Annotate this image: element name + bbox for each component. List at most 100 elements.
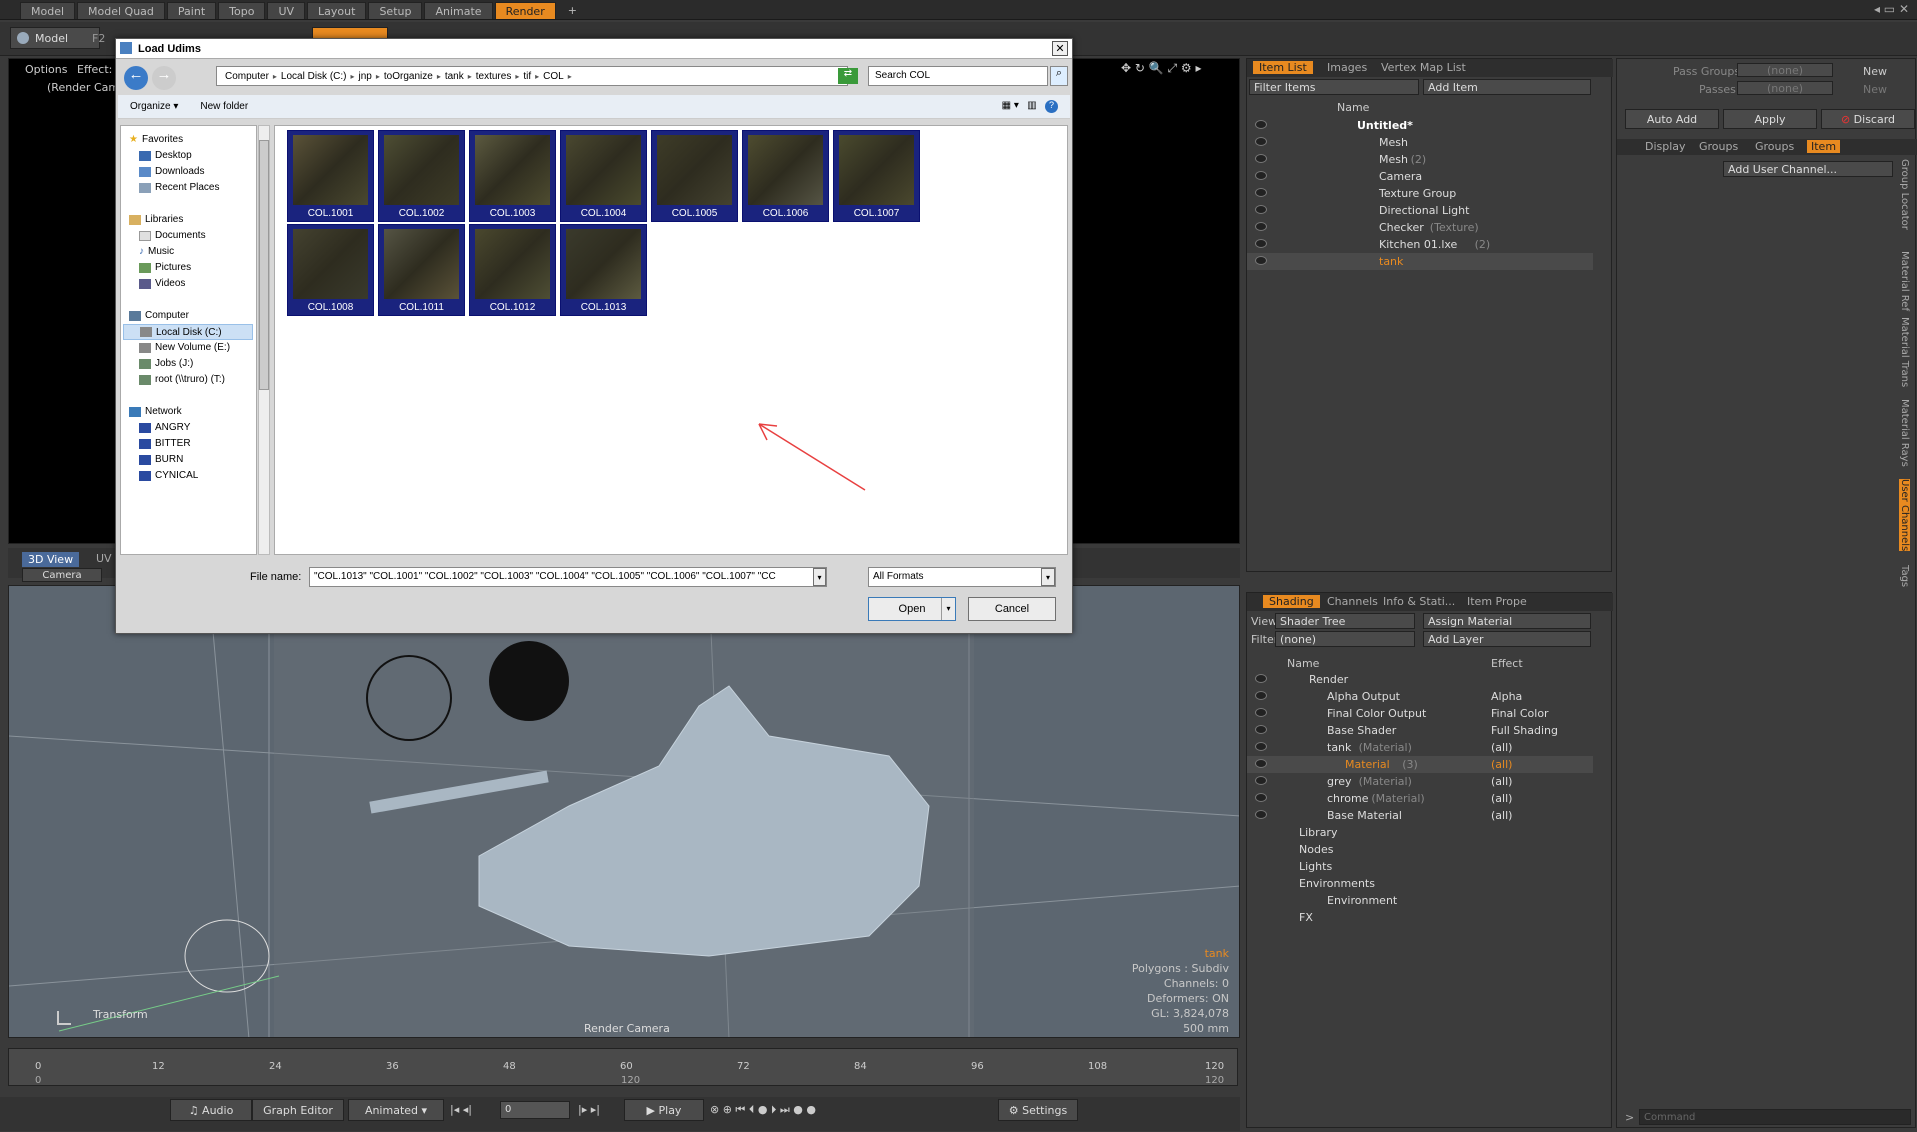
- file-thumbnail[interactable]: COL.1013: [559, 223, 648, 317]
- tab-info-statistics[interactable]: Info & Stati...: [1383, 595, 1455, 608]
- filter-dropdown[interactable]: (none): [1275, 631, 1415, 647]
- file-thumbnail[interactable]: COL.1008: [287, 224, 374, 316]
- breadcrumb-chevron-icon[interactable]: ▸: [437, 72, 441, 81]
- breadcrumb-segment[interactable]: COL: [543, 71, 564, 82]
- tab-display[interactable]: Display: [1645, 140, 1686, 153]
- format-dropdown[interactable]: All Formats: [868, 567, 1056, 587]
- tab-item[interactable]: Item: [1807, 140, 1841, 153]
- search-input[interactable]: Search COL: [868, 66, 1048, 86]
- shader-row[interactable]: Material (3) (all): [1247, 756, 1593, 773]
- step-back-icons[interactable]: |◂ ◂|: [450, 1103, 472, 1116]
- organize-menu[interactable]: Organize ▾: [130, 101, 178, 112]
- tab-model-quad[interactable]: Model Quad: [77, 2, 165, 19]
- assign-material-button[interactable]: Assign Material: [1423, 613, 1591, 629]
- shader-row[interactable]: Final Color Output Final Color: [1247, 705, 1593, 722]
- item-row[interactable]: Untitled*: [1247, 117, 1593, 134]
- shader-row[interactable]: Library: [1247, 824, 1593, 841]
- address-bar[interactable]: Computer ▸ Local Disk (C:) ▸ jnp ▸ toOrganize ▸…: [216, 66, 848, 86]
- format-dropdown-arrow[interactable]: ▾: [1041, 568, 1055, 586]
- file-thumbnail[interactable]: COL.1012: [469, 224, 556, 316]
- item-row[interactable]: Mesh: [1247, 134, 1593, 151]
- view-dropdown[interactable]: Shader Tree: [1275, 613, 1415, 629]
- nav-local-disk[interactable]: Local Disk (C:): [123, 324, 253, 340]
- window-controls-icon[interactable]: ◂ ▭ ✕: [1874, 2, 1909, 16]
- add-item-dropdown[interactable]: Add Item: [1423, 79, 1591, 95]
- tab-item-properties[interactable]: Item Prope: [1467, 595, 1527, 608]
- breadcrumb-segment[interactable]: Local Disk (C:): [281, 71, 347, 82]
- file-thumbnail[interactable]: COL.1005: [651, 130, 738, 222]
- nav-jobs[interactable]: Jobs (J:): [139, 358, 193, 369]
- shader-row[interactable]: Environments: [1247, 875, 1593, 892]
- nav-computer[interactable]: Computer: [129, 310, 189, 321]
- shader-row[interactable]: FX: [1247, 909, 1593, 926]
- tab-animate[interactable]: Animate: [424, 2, 493, 19]
- item-row[interactable]: Mesh (2): [1247, 151, 1593, 168]
- breadcrumb-segment[interactable]: toOrganize: [384, 71, 433, 82]
- frame-input[interactable]: 0: [500, 1101, 570, 1119]
- nav-videos[interactable]: Videos: [139, 278, 185, 289]
- nav-bitter[interactable]: BITTER: [139, 438, 191, 449]
- shader-row[interactable]: grey (Material) (all): [1247, 773, 1593, 790]
- new-folder-button[interactable]: New folder: [200, 101, 248, 112]
- shader-row[interactable]: Render: [1247, 671, 1593, 688]
- tab-material-rays[interactable]: Material Rays: [1899, 399, 1910, 467]
- view-controls-icon[interactable]: ✥ ↻ 🔍 ⤢ ⚙ ▸: [1121, 61, 1202, 76]
- filter-items-input[interactable]: Filter Items: [1249, 79, 1419, 95]
- item-row[interactable]: Checker (Texture): [1247, 219, 1593, 236]
- breadcrumb-chevron-icon[interactable]: ▸: [568, 72, 572, 81]
- nav-downloads[interactable]: Downloads: [139, 166, 204, 177]
- visibility-eye-icon[interactable]: [1255, 742, 1267, 751]
- options-menu[interactable]: Options: [25, 63, 67, 76]
- passes-dropdown[interactable]: (none): [1737, 81, 1833, 95]
- file-thumbnail[interactable]: COL.1006: [742, 130, 829, 222]
- nav-recent-places[interactable]: Recent Places: [139, 182, 219, 193]
- audio-button[interactable]: ♫ Audio: [170, 1099, 252, 1121]
- apply-button[interactable]: Apply: [1723, 109, 1817, 129]
- settings-button[interactable]: ⚙ Settings: [998, 1099, 1078, 1121]
- play-button[interactable]: ▶ Play: [624, 1099, 704, 1121]
- pass-groups-dropdown[interactable]: (none): [1737, 63, 1833, 77]
- visibility-eye-icon[interactable]: [1255, 725, 1267, 734]
- shader-row[interactable]: Lights: [1247, 858, 1593, 875]
- visibility-eye-icon[interactable]: [1255, 810, 1267, 819]
- cancel-button[interactable]: Cancel: [968, 597, 1056, 621]
- discard-button[interactable]: ⊘ Discard: [1821, 109, 1915, 129]
- shader-row[interactable]: Nodes: [1247, 841, 1593, 858]
- breadcrumb-chevron-icon[interactable]: ▸: [535, 72, 539, 81]
- open-dropdown-arrow[interactable]: ▾: [941, 598, 955, 620]
- forward-button[interactable]: →: [152, 66, 176, 90]
- file-thumbnail[interactable]: COL.1002: [378, 130, 465, 222]
- add-layer-dropdown[interactable]: Add Layer: [1423, 631, 1591, 647]
- nav-scrollbar[interactable]: [258, 125, 270, 555]
- open-button[interactable]: Open ▾: [868, 597, 956, 621]
- breadcrumb-chevron-icon[interactable]: ▸: [351, 72, 355, 81]
- tab-topo[interactable]: Topo: [218, 2, 266, 19]
- refresh-icon[interactable]: ⇄: [838, 68, 858, 84]
- visibility-eye-icon[interactable]: [1255, 776, 1267, 785]
- tab-3d-view[interactable]: 3D View: [22, 552, 80, 567]
- nav-music[interactable]: ♪ Music: [139, 246, 174, 257]
- item-row[interactable]: Kitchen 01.lxe (2): [1247, 236, 1593, 253]
- tab-setup[interactable]: Setup: [368, 2, 423, 19]
- visibility-eye-icon[interactable]: [1255, 205, 1267, 214]
- tab-model[interactable]: Model: [20, 2, 76, 19]
- camera-dropdown[interactable]: Camera: [22, 568, 102, 582]
- new-pass-group-button[interactable]: New: [1863, 65, 1887, 78]
- animated-dropdown[interactable]: Animated ▾: [348, 1099, 444, 1121]
- breadcrumb-segment[interactable]: tank: [445, 71, 464, 82]
- tab-item-list[interactable]: Item List: [1253, 61, 1313, 74]
- breadcrumb-chevron-icon[interactable]: ▸: [515, 72, 519, 81]
- breadcrumb-segment[interactable]: Computer: [225, 71, 269, 82]
- tab-render[interactable]: Render: [494, 2, 556, 19]
- nav-favorites[interactable]: ★ Favorites: [129, 134, 183, 145]
- item-row[interactable]: Camera: [1247, 168, 1593, 185]
- shader-row[interactable]: tank (Material) (all): [1247, 739, 1593, 756]
- back-button[interactable]: ←: [124, 66, 148, 90]
- nav-libraries[interactable]: Libraries: [129, 214, 183, 225]
- breadcrumb-segment[interactable]: jnp: [359, 71, 372, 82]
- nav-angry[interactable]: ANGRY: [139, 422, 190, 433]
- nav-cynical[interactable]: CYNICAL: [139, 470, 198, 481]
- model-button[interactable]: Model: [10, 27, 100, 49]
- tab-group-locator[interactable]: Group Locator: [1899, 159, 1910, 230]
- file-name-dropdown-arrow[interactable]: ▾: [813, 568, 826, 586]
